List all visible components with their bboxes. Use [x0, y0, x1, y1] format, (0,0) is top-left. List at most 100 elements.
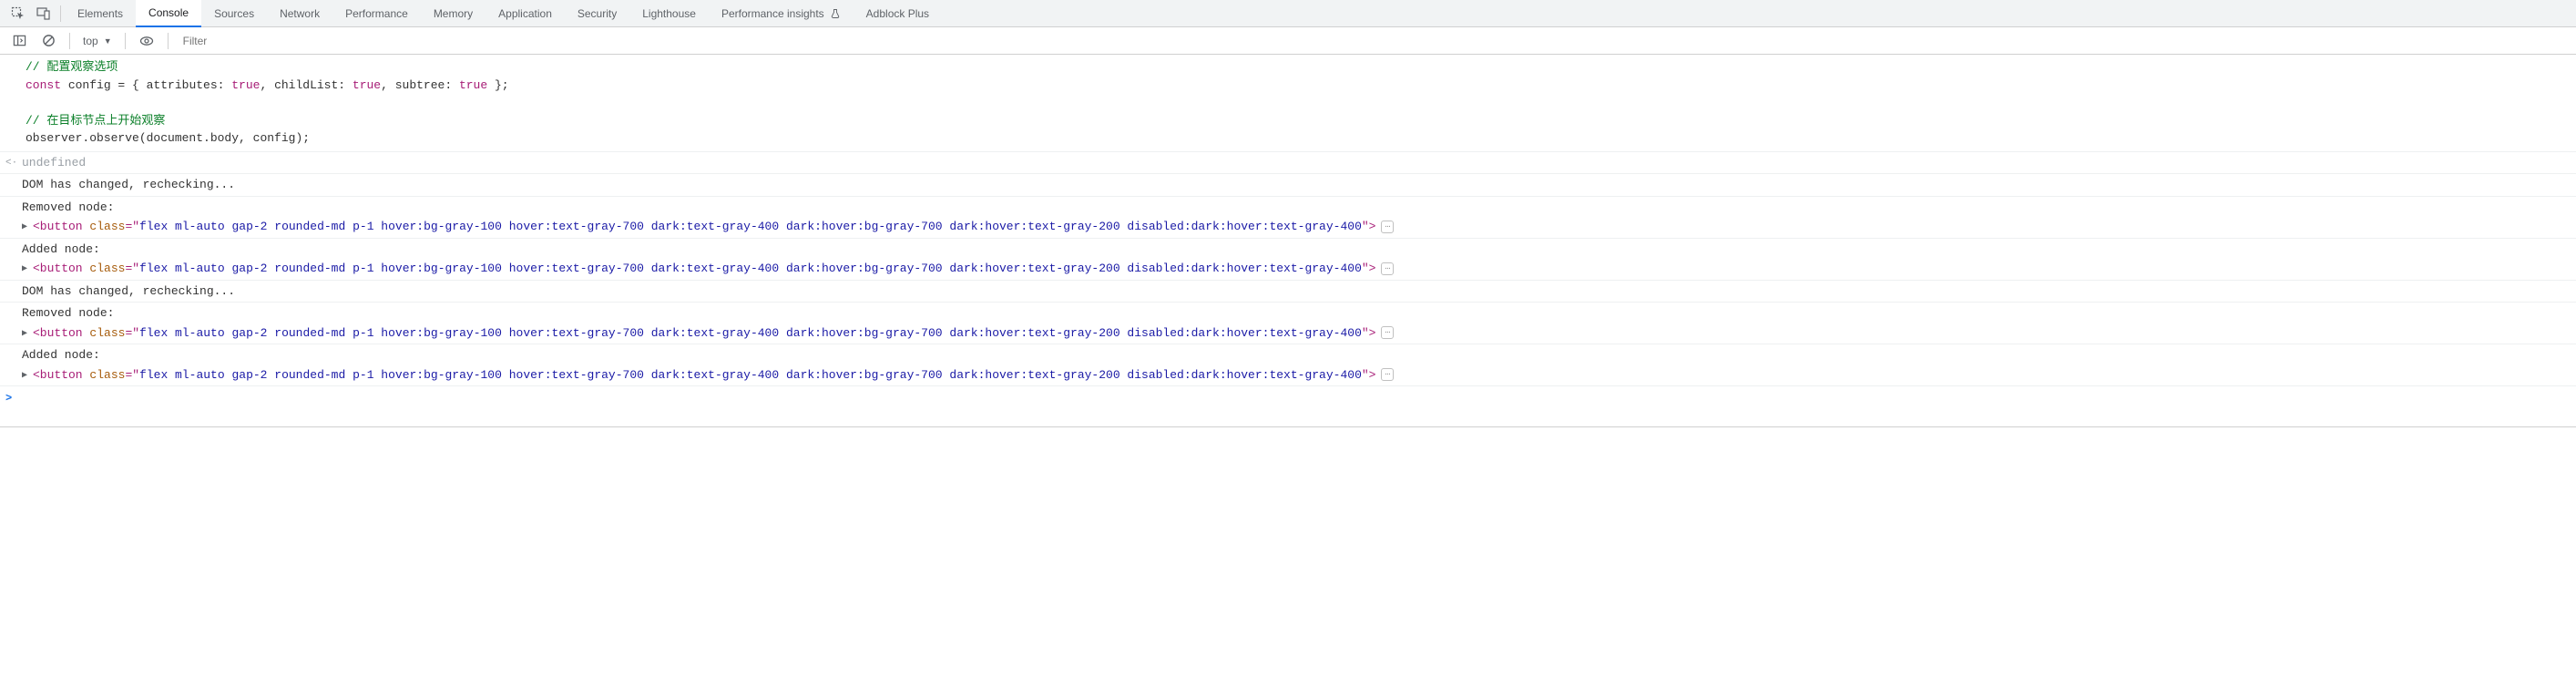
- code-text: config = { attributes:: [61, 78, 231, 92]
- tag-close: ">: [1362, 220, 1376, 233]
- log-text: DOM has changed, rechecking...: [22, 176, 2572, 194]
- attr-value: flex ml-auto gap-2 rounded-md p-1 hover:…: [139, 262, 1362, 275]
- filter-input[interactable]: [178, 29, 2576, 53]
- code-keyword: true: [231, 78, 260, 92]
- footer-separator: [0, 426, 2576, 427]
- console-log-row: Added node:: [0, 344, 2576, 364]
- code-text: };: [487, 78, 508, 92]
- code-keyword: const: [26, 78, 61, 92]
- chevron-down-icon: ▼: [104, 36, 112, 46]
- attr-value: flex ml-auto gap-2 rounded-md p-1 hover:…: [139, 220, 1362, 233]
- gutter: [5, 241, 22, 242]
- console-result-row: <· undefined: [0, 152, 2576, 175]
- gutter: [5, 218, 22, 220]
- expand-caret-icon[interactable]: ▶: [22, 324, 33, 341]
- separator: [125, 33, 126, 49]
- console-element-row[interactable]: ▶ <button class="flex ml-auto gap-2 roun…: [0, 258, 2576, 281]
- tab-elements[interactable]: Elements: [65, 0, 136, 27]
- log-text: Added node:: [22, 346, 2572, 364]
- code-keyword: true: [353, 78, 381, 92]
- result-marker-icon: <·: [5, 154, 22, 171]
- element-preview: <button class="flex ml-auto gap-2 rounde…: [33, 218, 2572, 236]
- element-preview: <button class="flex ml-auto gap-2 rounde…: [33, 324, 2572, 343]
- log-text: DOM has changed, rechecking...: [22, 282, 2572, 301]
- gutter: [5, 260, 22, 262]
- code-text: , subtree:: [381, 78, 459, 92]
- live-expression-icon[interactable]: [135, 29, 158, 53]
- ellipsis-icon[interactable]: …: [1381, 221, 1394, 233]
- code-text: , childList:: [260, 78, 352, 92]
- tag-close: ">: [1362, 262, 1376, 275]
- gutter: [5, 346, 22, 348]
- ellipsis-icon[interactable]: …: [1381, 326, 1394, 339]
- console-element-row[interactable]: ▶ <button class="flex ml-auto gap-2 roun…: [0, 216, 2576, 239]
- console-element-row[interactable]: ▶ <button class="flex ml-auto gap-2 roun…: [0, 364, 2576, 387]
- console-log-row: Added node:: [0, 239, 2576, 259]
- gutter: [5, 324, 22, 326]
- console-prompt[interactable]: >: [0, 386, 2576, 410]
- attr-value: flex ml-auto gap-2 rounded-md p-1 hover:…: [139, 326, 1362, 340]
- tab-performance-insights[interactable]: Performance insights: [709, 0, 854, 27]
- expand-caret-icon[interactable]: ▶: [22, 260, 33, 276]
- separator: [168, 33, 169, 49]
- flask-icon: [830, 8, 841, 19]
- tab-sources[interactable]: Sources: [201, 0, 267, 27]
- attr-name: class: [89, 262, 125, 275]
- tag-quote: =": [125, 326, 139, 340]
- result-undefined: undefined: [22, 154, 2572, 172]
- log-text: Removed node:: [22, 199, 2572, 217]
- ellipsis-icon[interactable]: …: [1381, 262, 1394, 275]
- device-toggle-icon[interactable]: [31, 1, 56, 26]
- code-comment: // 在目标节点上开始观察: [26, 114, 165, 128]
- attr-name: class: [89, 220, 125, 233]
- gutter: [5, 282, 22, 284]
- code-keyword: true: [459, 78, 487, 92]
- tag-close: ">: [1362, 368, 1376, 382]
- tab-memory[interactable]: Memory: [421, 0, 486, 27]
- tag-quote: =": [125, 262, 139, 275]
- attr-name: class: [89, 368, 125, 382]
- tag-quote: =": [125, 220, 139, 233]
- ellipsis-icon[interactable]: …: [1381, 368, 1394, 381]
- devtools-tabbar: Elements Console Sources Network Perform…: [0, 0, 2576, 27]
- gutter: [5, 366, 22, 368]
- context-selector[interactable]: top ▼: [79, 35, 116, 47]
- attr-name: class: [89, 326, 125, 340]
- expand-caret-icon[interactable]: ▶: [22, 218, 33, 234]
- tab-security[interactable]: Security: [565, 0, 629, 27]
- tag-open: <button: [33, 368, 89, 382]
- clear-console-icon[interactable]: [36, 29, 60, 53]
- console-log-row: Removed node:: [0, 303, 2576, 323]
- tag-close: ">: [1362, 326, 1376, 340]
- context-label: top: [83, 35, 98, 47]
- gutter: [5, 199, 22, 200]
- tab-adblock-plus[interactable]: Adblock Plus: [854, 0, 942, 27]
- tab-lighthouse[interactable]: Lighthouse: [629, 0, 709, 27]
- console-input-block: // 配置观察选项 const config = { attributes: t…: [0, 55, 2576, 152]
- tab-application[interactable]: Application: [486, 0, 565, 27]
- console-toolbar: top ▼: [0, 27, 2576, 55]
- tag-open: <button: [33, 262, 89, 275]
- log-text: Added node:: [22, 241, 2572, 259]
- tab-performance[interactable]: Performance: [332, 0, 421, 27]
- prompt-chevron-icon: >: [5, 390, 22, 406]
- log-text: Removed node:: [22, 304, 2572, 323]
- separator: [60, 5, 61, 22]
- tag-quote: =": [125, 368, 139, 382]
- code-comment: // 配置观察选项: [26, 60, 118, 74]
- tab-label: Performance insights: [721, 7, 824, 20]
- console-log-row: DOM has changed, rechecking...: [0, 174, 2576, 197]
- separator: [69, 33, 70, 49]
- tab-network[interactable]: Network: [267, 0, 332, 27]
- tag-open: <button: [33, 326, 89, 340]
- tag-open: <button: [33, 220, 89, 233]
- console-element-row[interactable]: ▶ <button class="flex ml-auto gap-2 roun…: [0, 323, 2576, 345]
- code-text: observer.observe(document.body, config);: [26, 131, 310, 145]
- element-preview: <button class="flex ml-auto gap-2 rounde…: [33, 260, 2572, 278]
- console-log-row: Removed node:: [0, 197, 2576, 217]
- toggle-sidebar-icon[interactable]: [7, 29, 31, 53]
- tab-console[interactable]: Console: [136, 0, 201, 27]
- expand-caret-icon[interactable]: ▶: [22, 366, 33, 383]
- inspect-icon[interactable]: [5, 1, 31, 26]
- console-output: // 配置观察选项 const config = { attributes: t…: [0, 55, 2576, 410]
